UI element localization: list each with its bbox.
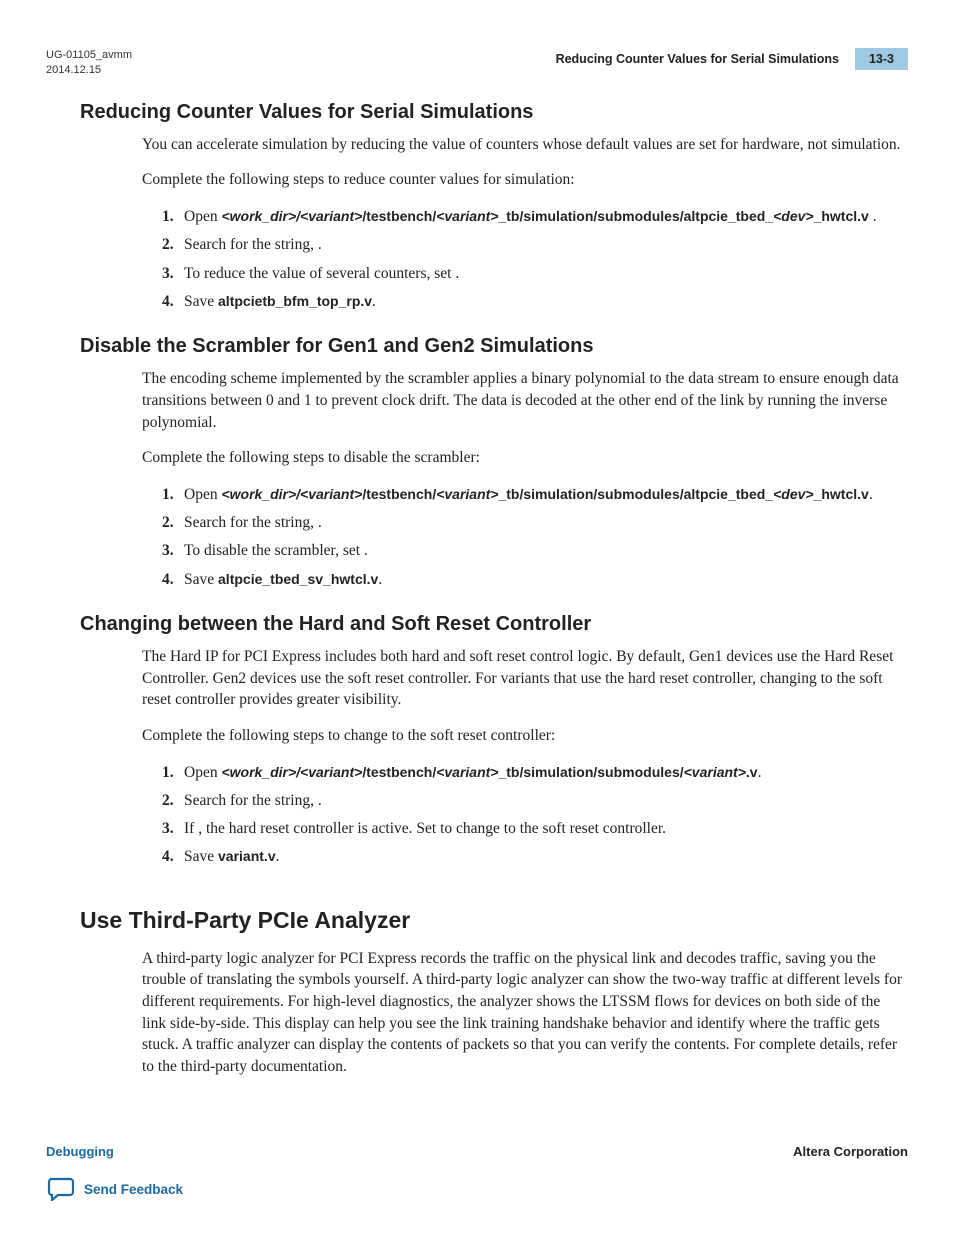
para: The encoding scheme implemented by the s… [142, 368, 908, 433]
header-left: UG-01105_avmm 2014.12.15 [46, 48, 132, 79]
header-title: Reducing Counter Values for Serial Simul… [556, 52, 839, 66]
doc-date: 2014.12.15 [46, 63, 132, 78]
step-item: Open <work_dir>/<variant>/testbench/<var… [162, 761, 908, 784]
text: Save [184, 571, 218, 588]
para: The Hard IP for PCI Express includes bot… [142, 646, 908, 711]
para: Complete the following steps to reduce c… [142, 169, 908, 191]
step-item: Open <work_dir>/<variant>/testbench/<var… [162, 205, 908, 228]
text: . [873, 208, 877, 225]
text: Save [184, 293, 218, 310]
footer-link-debugging[interactable]: Debugging [46, 1144, 114, 1159]
text: Save [184, 848, 218, 865]
step-item: Search for the string, . [162, 511, 908, 534]
text: . [276, 848, 280, 865]
path-seg: /testbench/ [362, 208, 436, 224]
path-seg: <variant> [436, 486, 498, 502]
step-list: Open <work_dir>/<variant>/testbench/<var… [162, 205, 908, 313]
doc-id: UG-01105_avmm [46, 48, 132, 63]
step-item: To disable the scrambler, set . [162, 539, 908, 562]
footer-corporation: Altera Corporation [793, 1144, 908, 1159]
path-seg: <dev> [773, 486, 813, 502]
path-seg: _hwtcl.v [814, 208, 873, 224]
step-item: Save altpcietb_bfm_top_rp.v. [162, 290, 908, 313]
page-header: UG-01105_avmm 2014.12.15 Reducing Counte… [46, 48, 908, 79]
section-heading-third-party-analyzer: Use Third-Party PCIe Analyzer [80, 907, 908, 934]
path-seg: <work_dir>/<variant> [221, 208, 362, 224]
filename: altpcietb_bfm_top_rp.v [218, 293, 372, 309]
step-item: Open <work_dir>/<variant>/testbench/<var… [162, 483, 908, 506]
path-seg: <variant> [684, 764, 746, 780]
para: Complete the following steps to disable … [142, 447, 908, 469]
step-list: Open <work_dir>/<variant>/testbench/<var… [162, 761, 908, 869]
path-seg: <variant> [436, 208, 498, 224]
text: . [378, 571, 382, 588]
speech-bubble-icon [46, 1177, 74, 1201]
text: . [758, 764, 762, 781]
path-seg: .v [746, 764, 758, 780]
feedback-row: Send Feedback [46, 1177, 908, 1201]
filename: variant.v [218, 848, 276, 864]
path-seg: _tb/simulation/submodules/altpcie_tbed_ [498, 486, 773, 502]
path-seg: _tb/simulation/submodules/altpcie_tbed_ [498, 208, 773, 224]
text: Open [184, 208, 221, 225]
step-item: Search for the string, . [162, 789, 908, 812]
path-seg: _hwtcl.v [814, 486, 869, 502]
header-right: Reducing Counter Values for Serial Simul… [556, 48, 908, 70]
text: Open [184, 764, 221, 781]
path-seg: <work_dir>/<variant> [221, 486, 362, 502]
step-item: Save altpcie_tbed_sv_hwtcl.v. [162, 568, 908, 591]
para: You can accelerate simulation by reducin… [142, 134, 908, 156]
footer-row: Debugging Altera Corporation [46, 1140, 908, 1159]
path-seg: _tb/simulation/submodules/ [498, 764, 683, 780]
step-item: To reduce the value of several counters,… [162, 262, 908, 285]
path-seg: <variant> [436, 764, 498, 780]
filename: altpcie_tbed_sv_hwtcl.v [218, 571, 378, 587]
path-seg: <dev> [773, 208, 813, 224]
step-item: Search for the string, . [162, 233, 908, 256]
step-item: If , the hard reset controller is active… [162, 817, 908, 840]
page-footer: Debugging Altera Corporation Send Feedba… [46, 1140, 908, 1201]
section-heading-reset-controller: Changing between the Hard and Soft Reset… [80, 613, 908, 636]
step-list: Open <work_dir>/<variant>/testbench/<var… [162, 483, 908, 591]
para: Complete the following steps to change t… [142, 725, 908, 747]
path-seg: <work_dir>/<variant> [221, 764, 362, 780]
path-seg: /testbench/ [362, 486, 436, 502]
text: Open [184, 486, 221, 503]
step-item: Save variant.v. [162, 845, 908, 868]
page-number-badge: 13-3 [855, 48, 908, 70]
text: . [869, 486, 873, 503]
send-feedback-link[interactable]: Send Feedback [84, 1182, 183, 1197]
section-heading-disable-scrambler: Disable the Scrambler for Gen1 and Gen2 … [80, 335, 908, 358]
section-heading-reducing-counters: Reducing Counter Values for Serial Simul… [80, 101, 908, 124]
path-seg: /testbench/ [362, 764, 436, 780]
text: . [372, 293, 376, 310]
para: A third-party logic analyzer for PCI Exp… [142, 948, 908, 1078]
